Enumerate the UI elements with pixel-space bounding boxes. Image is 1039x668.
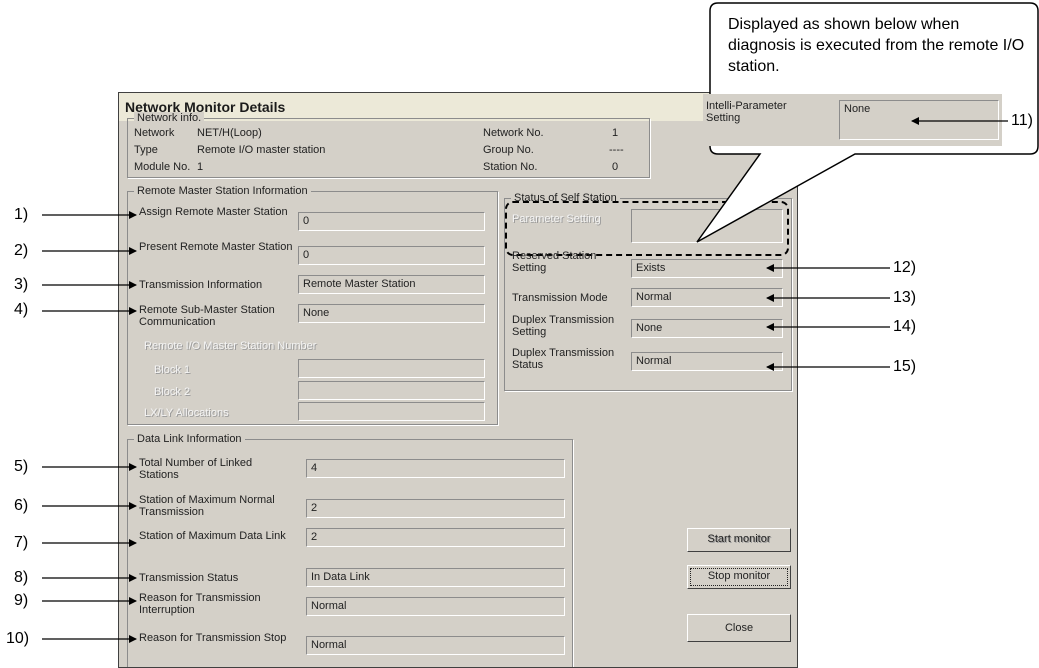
- annotation-7: 7): [14, 534, 29, 551]
- annotation-15: 15): [893, 358, 917, 375]
- annotation-8: 8): [14, 569, 29, 586]
- annotation-4: 4): [14, 301, 29, 318]
- annotation-6: 6): [14, 497, 29, 514]
- annotation-2: 2): [14, 242, 29, 259]
- annotation-5: 5): [14, 458, 29, 475]
- annotation-1: 1): [14, 206, 29, 223]
- annotation-10: 10): [6, 630, 30, 647]
- annotation-14: 14): [893, 318, 917, 335]
- annotation-12: 12): [893, 259, 917, 276]
- annotation-3: 3): [14, 276, 29, 293]
- annotation-lines: [42, 117, 1008, 643]
- annotation-11: 11): [1011, 112, 1033, 129]
- annotation-13: 13): [893, 289, 917, 306]
- annotation-9: 9): [14, 592, 29, 609]
